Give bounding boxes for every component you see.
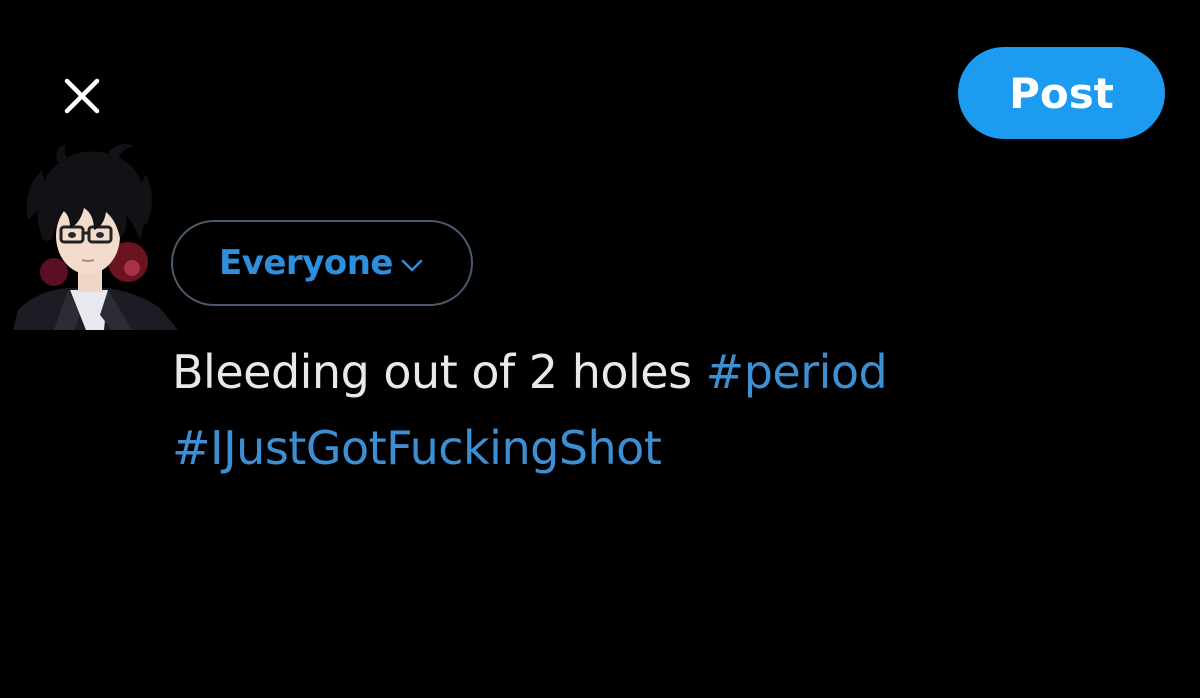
post-text-plain: Bleeding out of 2 holes — [172, 345, 706, 399]
post-text-line-2: #IJustGotFuckingShot — [172, 410, 1132, 486]
audience-selector[interactable]: Everyone — [171, 220, 473, 306]
close-icon — [58, 72, 106, 120]
close-button[interactable] — [58, 72, 106, 120]
audience-label: Everyone — [218, 243, 394, 283]
post-text-line-1: Bleeding out of 2 holes #period — [172, 334, 1132, 410]
avatar[interactable] — [8, 140, 183, 330]
chevron-down-icon — [399, 247, 425, 279]
post-text-input[interactable]: Bleeding out of 2 holes #period #IJustGo… — [172, 334, 1132, 486]
hashtag-ijustgotshot[interactable]: #IJustGotFuckingShot — [172, 421, 662, 475]
hashtag-period[interactable]: #period — [706, 345, 888, 399]
post-button[interactable]: Post — [958, 47, 1165, 139]
